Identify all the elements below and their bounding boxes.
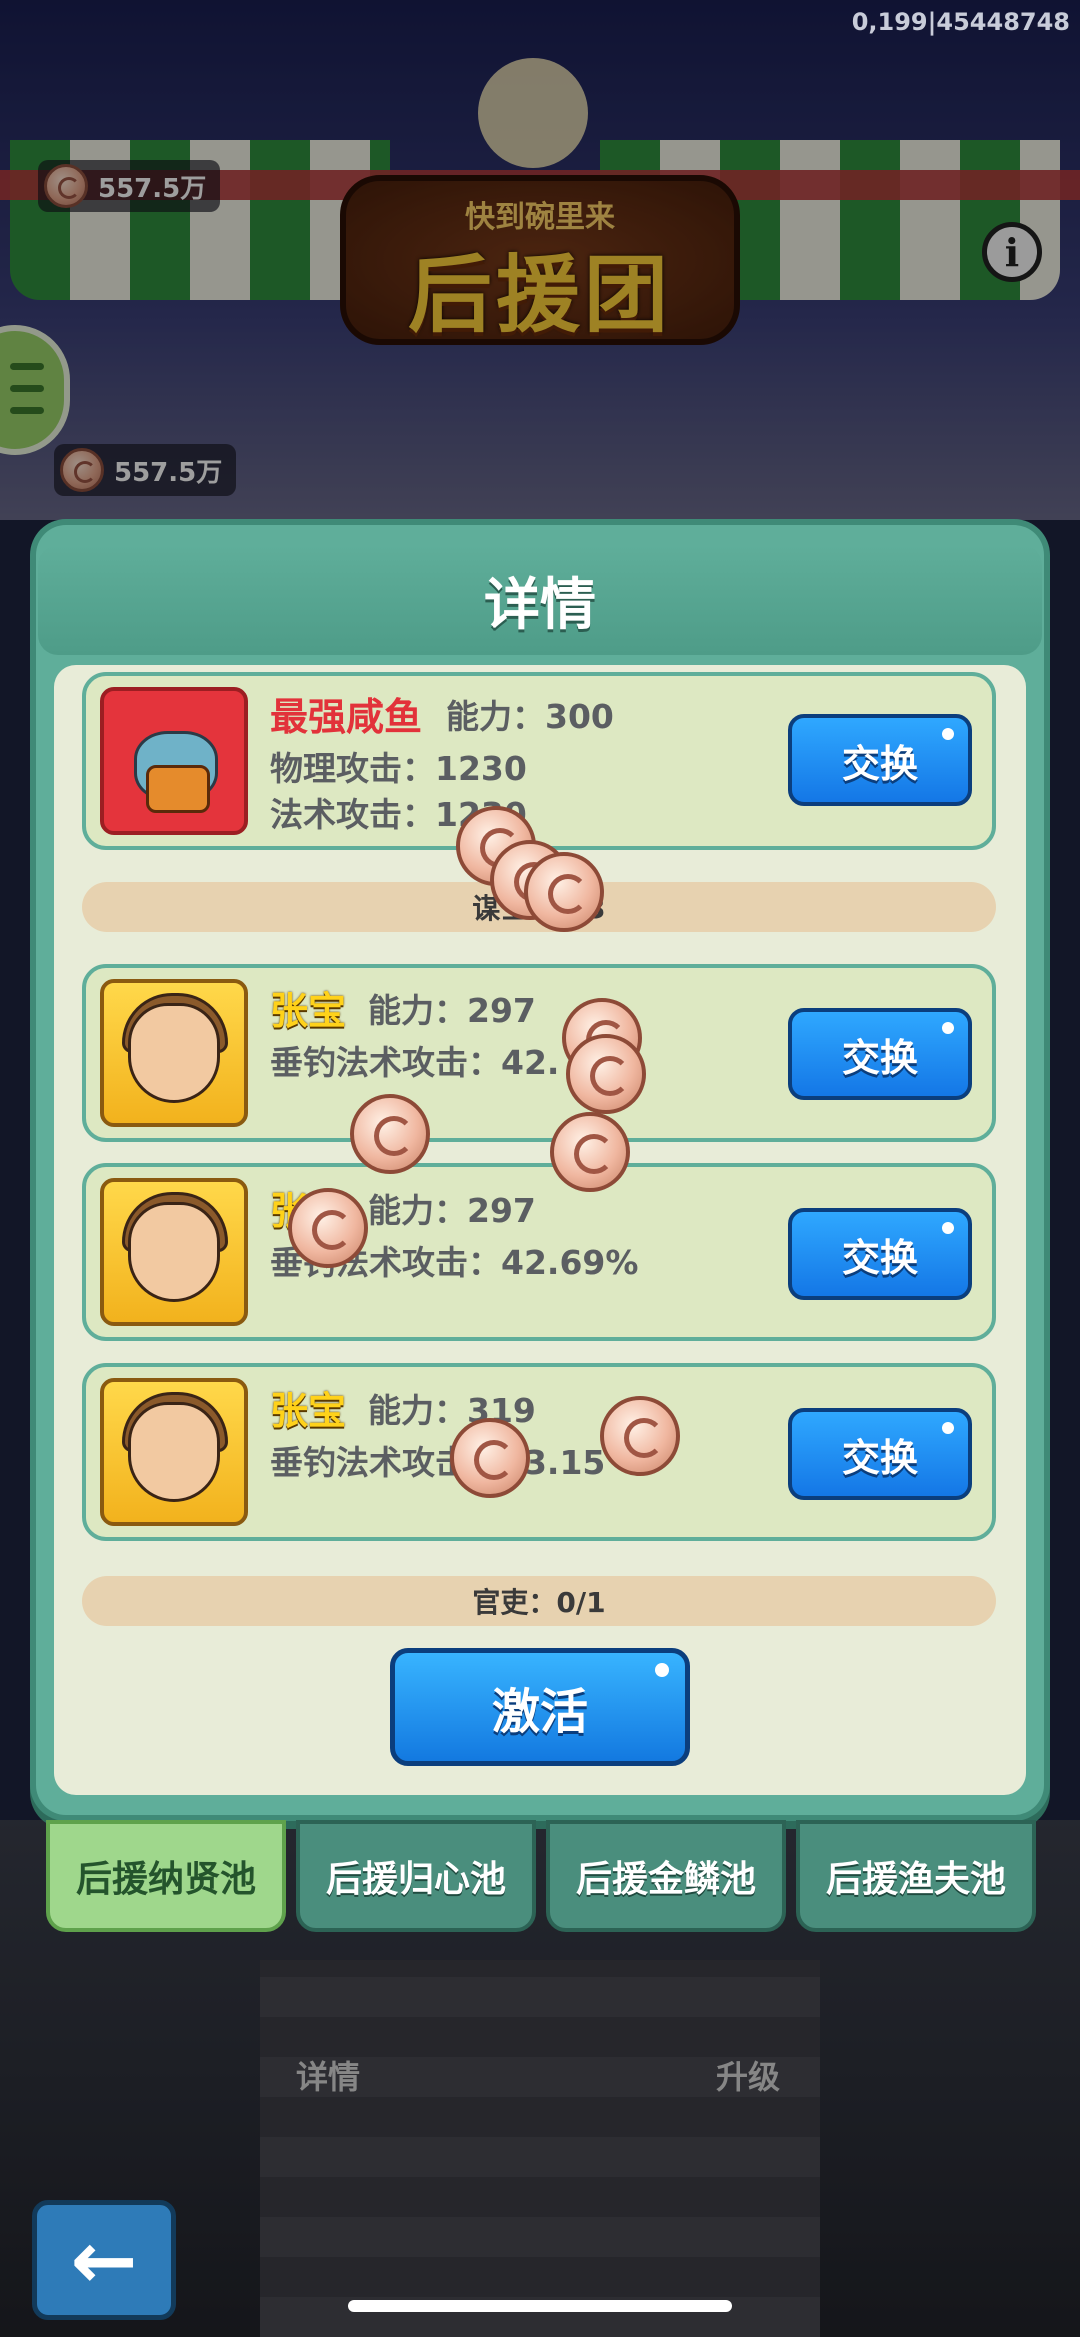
tab-loyalty-pool[interactable]: 后援归心池 (296, 1820, 536, 1932)
activate-button[interactable]: 激活 (390, 1648, 690, 1766)
home-indicator[interactable] (348, 2300, 732, 2312)
helper-portrait (100, 979, 248, 1127)
swap-button[interactable]: 交换 (788, 1008, 972, 1100)
tab-fisherman-pool[interactable]: 后援渔夫池 (796, 1820, 1036, 1932)
helper-name: 张宝 (270, 989, 347, 1033)
modal-title: 详情 (484, 573, 596, 638)
tab-recruit-pool[interactable]: 后援纳贤池 (46, 1820, 286, 1932)
flying-coin-icon (600, 1396, 680, 1476)
flying-coin-icon (566, 1034, 646, 1114)
swap-button[interactable]: 交换 (788, 1208, 972, 1300)
helper-name: 张宝 (270, 1389, 347, 1433)
swap-button[interactable]: 交换 (788, 1408, 972, 1500)
helper-portrait (100, 687, 248, 835)
helper-stat: 物理攻击：1230 (270, 749, 527, 788)
flying-coin-icon (550, 1112, 630, 1192)
debug-status-text: 0,199|45448748 (851, 8, 1070, 36)
helper-ability: 能力：300 (446, 697, 614, 736)
flying-coin-icon (450, 1418, 530, 1498)
flying-coin-icon (288, 1188, 368, 1268)
back-arrow-icon[interactable]: ← (32, 2200, 176, 2320)
helper-stat: 垂钓法术攻击：42. (270, 1043, 560, 1082)
helper-ability: 能力：297 (368, 1191, 536, 1230)
helper-stat: 垂钓法术攻击：43.15 (270, 1443, 606, 1482)
tab-golden-scale-pool[interactable]: 后援金鳞池 (546, 1820, 786, 1932)
helper-ability: 能力：297 (368, 991, 536, 1030)
flying-coin-icon (350, 1094, 430, 1174)
swap-button[interactable]: 交换 (788, 714, 972, 806)
helper-name: 最强咸鱼 (270, 695, 423, 739)
helper-portrait (100, 1178, 248, 1326)
flying-coin-icon (524, 852, 604, 932)
helper-portrait (100, 1378, 248, 1526)
official-count: 官吏：0/1 (82, 1576, 996, 1626)
